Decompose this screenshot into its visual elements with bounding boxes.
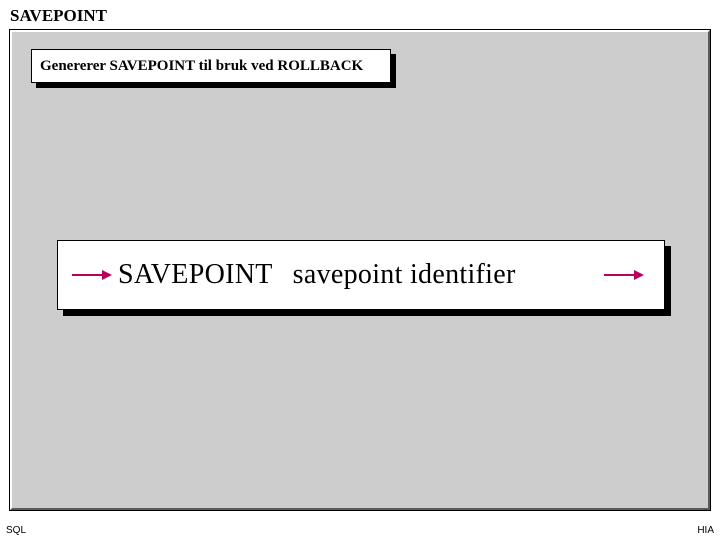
description-text: Genererer SAVEPOINT til bruk ved ROLLBAC… [40, 58, 363, 75]
arrow-in-head-icon [102, 270, 112, 280]
description-box: Genererer SAVEPOINT til bruk ved ROLLBAC… [31, 49, 391, 83]
syntax-keyword: SAVEPOINT [118, 259, 273, 291]
page-title: SAVEPOINT [10, 6, 107, 26]
syntax-text: SAVEPOINT savepoint identifier [118, 259, 516, 291]
syntax-box: SAVEPOINT savepoint identifier [57, 240, 665, 310]
arrow-in-line [72, 274, 104, 276]
footer-left: SQL [6, 525, 26, 536]
syntax-identifier: savepoint identifier [293, 259, 516, 291]
arrow-out-line [604, 274, 636, 276]
footer-right: HIA [697, 525, 714, 536]
slide-page: SAVEPOINT Genererer SAVEPOINT til bruk v… [0, 0, 720, 540]
main-panel: Genererer SAVEPOINT til bruk ved ROLLBAC… [10, 30, 710, 510]
arrow-out-head-icon [634, 270, 644, 280]
